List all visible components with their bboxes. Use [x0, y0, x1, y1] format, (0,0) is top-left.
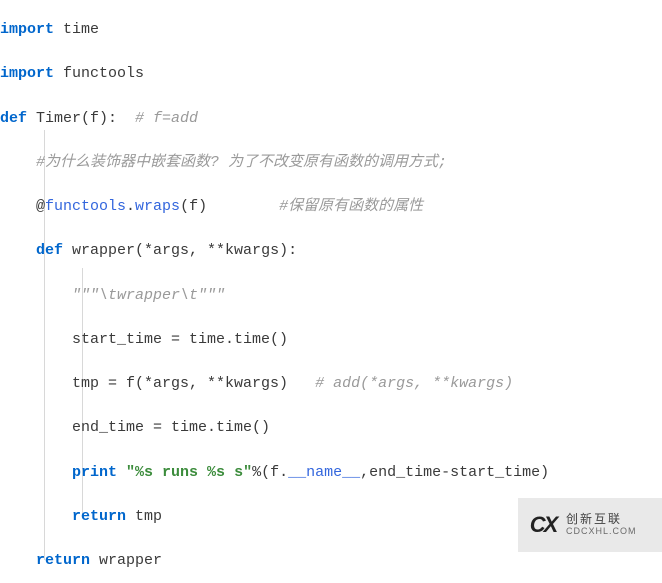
sp — [288, 375, 315, 392]
comment: # f=add — [126, 110, 198, 127]
kw-import: import — [0, 21, 54, 38]
decorator-at: @ — [0, 198, 45, 215]
fn-wrapper: wrapper(*args, **kwargs): — [63, 242, 297, 259]
sp — [207, 198, 279, 215]
kw-import: import — [0, 65, 54, 82]
code-block: import time import functools def Timer(f… — [0, 8, 662, 583]
functools-ref: functools — [45, 198, 126, 215]
comment-why: #为什么装饰器中嵌套函数? 为了不改变原有函数的调用方式; — [36, 154, 447, 171]
start-time: start_time = time.time() — [72, 331, 288, 348]
kw-return: return — [36, 552, 90, 569]
kw-def: def — [0, 110, 27, 127]
comment-preserve: #保留原有函数的属性 — [279, 198, 423, 215]
str-fmt: "%s runs %s s" — [126, 464, 252, 481]
kw-return: return — [72, 508, 126, 525]
arg-f: (f) — [180, 198, 207, 215]
ret-tmp: tmp — [126, 508, 162, 525]
docstring: """\twrapper\t""" — [72, 287, 225, 304]
end-time: end_time = time.time() — [72, 419, 270, 436]
dunder-name: __name__ — [288, 464, 360, 481]
kw-print: print — [72, 464, 117, 481]
wraps-ref: wraps — [135, 198, 180, 215]
kw-def: def — [36, 242, 63, 259]
sp — [117, 464, 126, 481]
ret-wrapper: wrapper — [90, 552, 162, 569]
code-content: import time import functools def Timer(f… — [0, 8, 662, 583]
mod-functools: functools — [54, 65, 144, 82]
fn-timer: Timer(f): — [27, 110, 126, 127]
mod-time: time — [54, 21, 99, 38]
comment-add: # add(*args, **kwargs) — [315, 375, 513, 392]
dot: . — [126, 198, 135, 215]
fmt-mid: %(f. — [252, 464, 288, 481]
tmp-call: tmp = f(*args, **kwargs) — [72, 375, 288, 392]
fmt-end: ,end_time-start_time) — [360, 464, 549, 481]
